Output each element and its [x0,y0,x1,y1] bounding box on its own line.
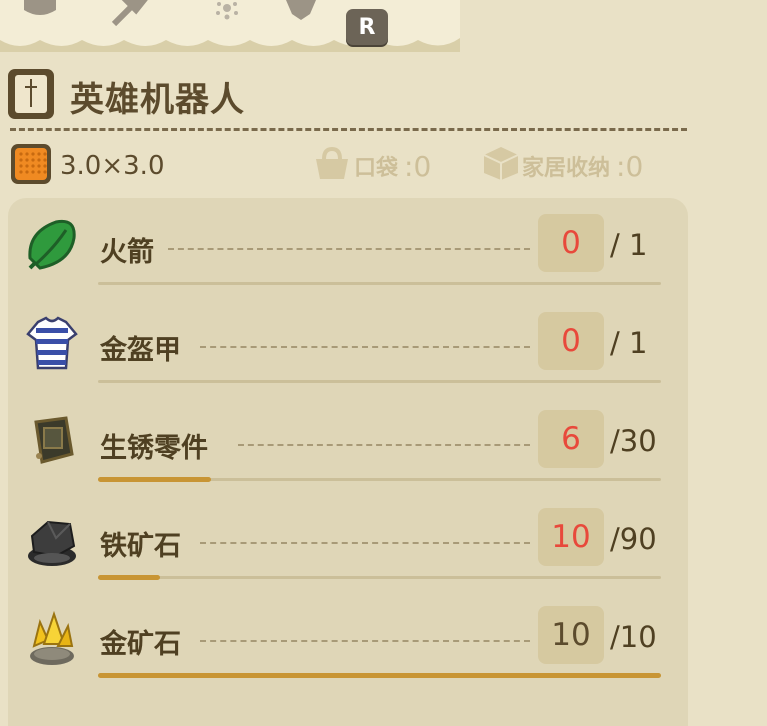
item-size: 3.0×3.0 [60,151,165,181]
progress-track [98,282,661,285]
iron-nugget-icon [26,512,78,568]
required-count: /10 [610,620,657,654]
title-divider [10,128,687,131]
home-storage-label: 家居收纳 [522,156,611,181]
title-row: 英雄机器人 [6,68,245,124]
progress-fill [98,673,661,678]
home-storage-value: :0 [616,149,644,183]
category-tab-strip: R [0,0,767,52]
progress-fill [98,575,160,580]
owned-count: 0 [538,214,604,272]
owned-count: 6 [538,410,604,468]
leader-dashes [200,640,530,642]
pocket-count: 口袋 :0 [310,146,431,186]
gold-nugget-icon [26,610,78,666]
required-count: / 1 [610,228,648,262]
material-row[interactable]: 生锈零件 6 /30 [8,394,688,492]
pocket-value: :0 [404,149,432,183]
recipe-card-icon [6,67,56,125]
required-count: /30 [610,424,657,458]
storage-box-icon [480,145,522,187]
home-storage-count: 家居收纳 :0 [480,146,643,186]
owned-count: 10 [538,508,604,566]
pocket-label: 口袋 [354,156,399,181]
owned-count: 0 [538,312,604,370]
progress-track [98,477,661,482]
material-name: 生锈零件 [100,433,208,464]
material-name: 铁矿石 [100,531,181,562]
progress-track [98,575,661,580]
progress-track [98,380,661,383]
material-name: 金盔甲 [100,335,181,366]
leader-dashes [238,444,530,446]
material-name: 火箭 [100,237,154,268]
size-row: 3.0×3.0 [10,144,164,188]
owned-count: 10 [538,606,604,664]
item-title: 英雄机器人 [70,79,245,120]
leader-dashes [168,248,530,250]
grid-size-icon [10,143,52,189]
material-name: 金矿石 [100,629,181,660]
leader-dashes [200,542,530,544]
leader-dashes [200,346,530,348]
material-row[interactable]: 火箭 0 / 1 [8,198,688,296]
r-button[interactable]: R [346,9,388,45]
material-row[interactable]: 铁矿石 10 /90 [8,492,688,590]
progress-track [98,673,661,678]
required-count: / 1 [610,326,648,360]
shirt-icon [26,316,78,372]
required-count: /90 [610,522,657,556]
leaf-icon [26,218,78,274]
bag-icon [310,145,354,187]
materials-list: 火箭 0 / 1 金盔甲 0 / 1 生锈零件 6 /30 铁矿石 10 /90… [8,198,688,726]
material-row[interactable]: 金盔甲 0 / 1 [8,296,688,394]
progress-fill [98,477,211,482]
rusted-part-icon [26,414,78,470]
material-row[interactable]: 金矿石 10 /10 [8,590,688,688]
